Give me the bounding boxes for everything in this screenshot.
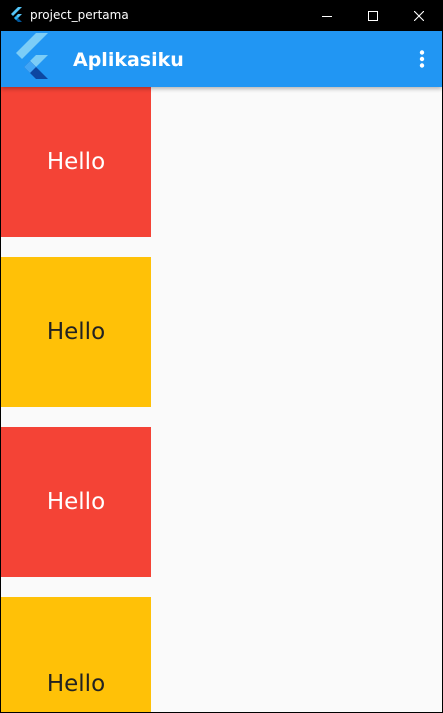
hello-box: Hello: [1, 257, 151, 407]
hello-label: Hello: [46, 149, 106, 175]
hello-box: Hello: [1, 87, 151, 237]
flutter-icon: [11, 7, 22, 22]
hello-label: Hello: [46, 319, 106, 345]
overflow-menu-button[interactable]: [406, 43, 438, 75]
flutter-logo: [16, 33, 48, 79]
window-title: project_pertama: [30, 8, 129, 22]
window-titlebar[interactable]: project_pertama: [0, 0, 443, 31]
app-title: Aplikasiku: [73, 49, 184, 71]
app-bar: Aplikasiku: [1, 31, 442, 87]
app-frame: Aplikasiku Hello Hello Hello Hello: [1, 31, 442, 712]
hello-label: Hello: [46, 671, 106, 697]
hello-box: Hello: [1, 427, 151, 577]
close-icon: [414, 10, 424, 21]
maximize-button[interactable]: [350, 0, 396, 31]
hello-box: Hello: [1, 597, 151, 712]
close-button[interactable]: [396, 0, 442, 31]
minimize-icon: [322, 15, 332, 17]
scroll-content[interactable]: Hello Hello Hello Hello: [1, 87, 442, 712]
more-vert-icon: [419, 50, 425, 68]
minimize-button[interactable]: [304, 0, 350, 31]
maximize-icon: [368, 10, 378, 21]
hello-label: Hello: [46, 489, 106, 515]
